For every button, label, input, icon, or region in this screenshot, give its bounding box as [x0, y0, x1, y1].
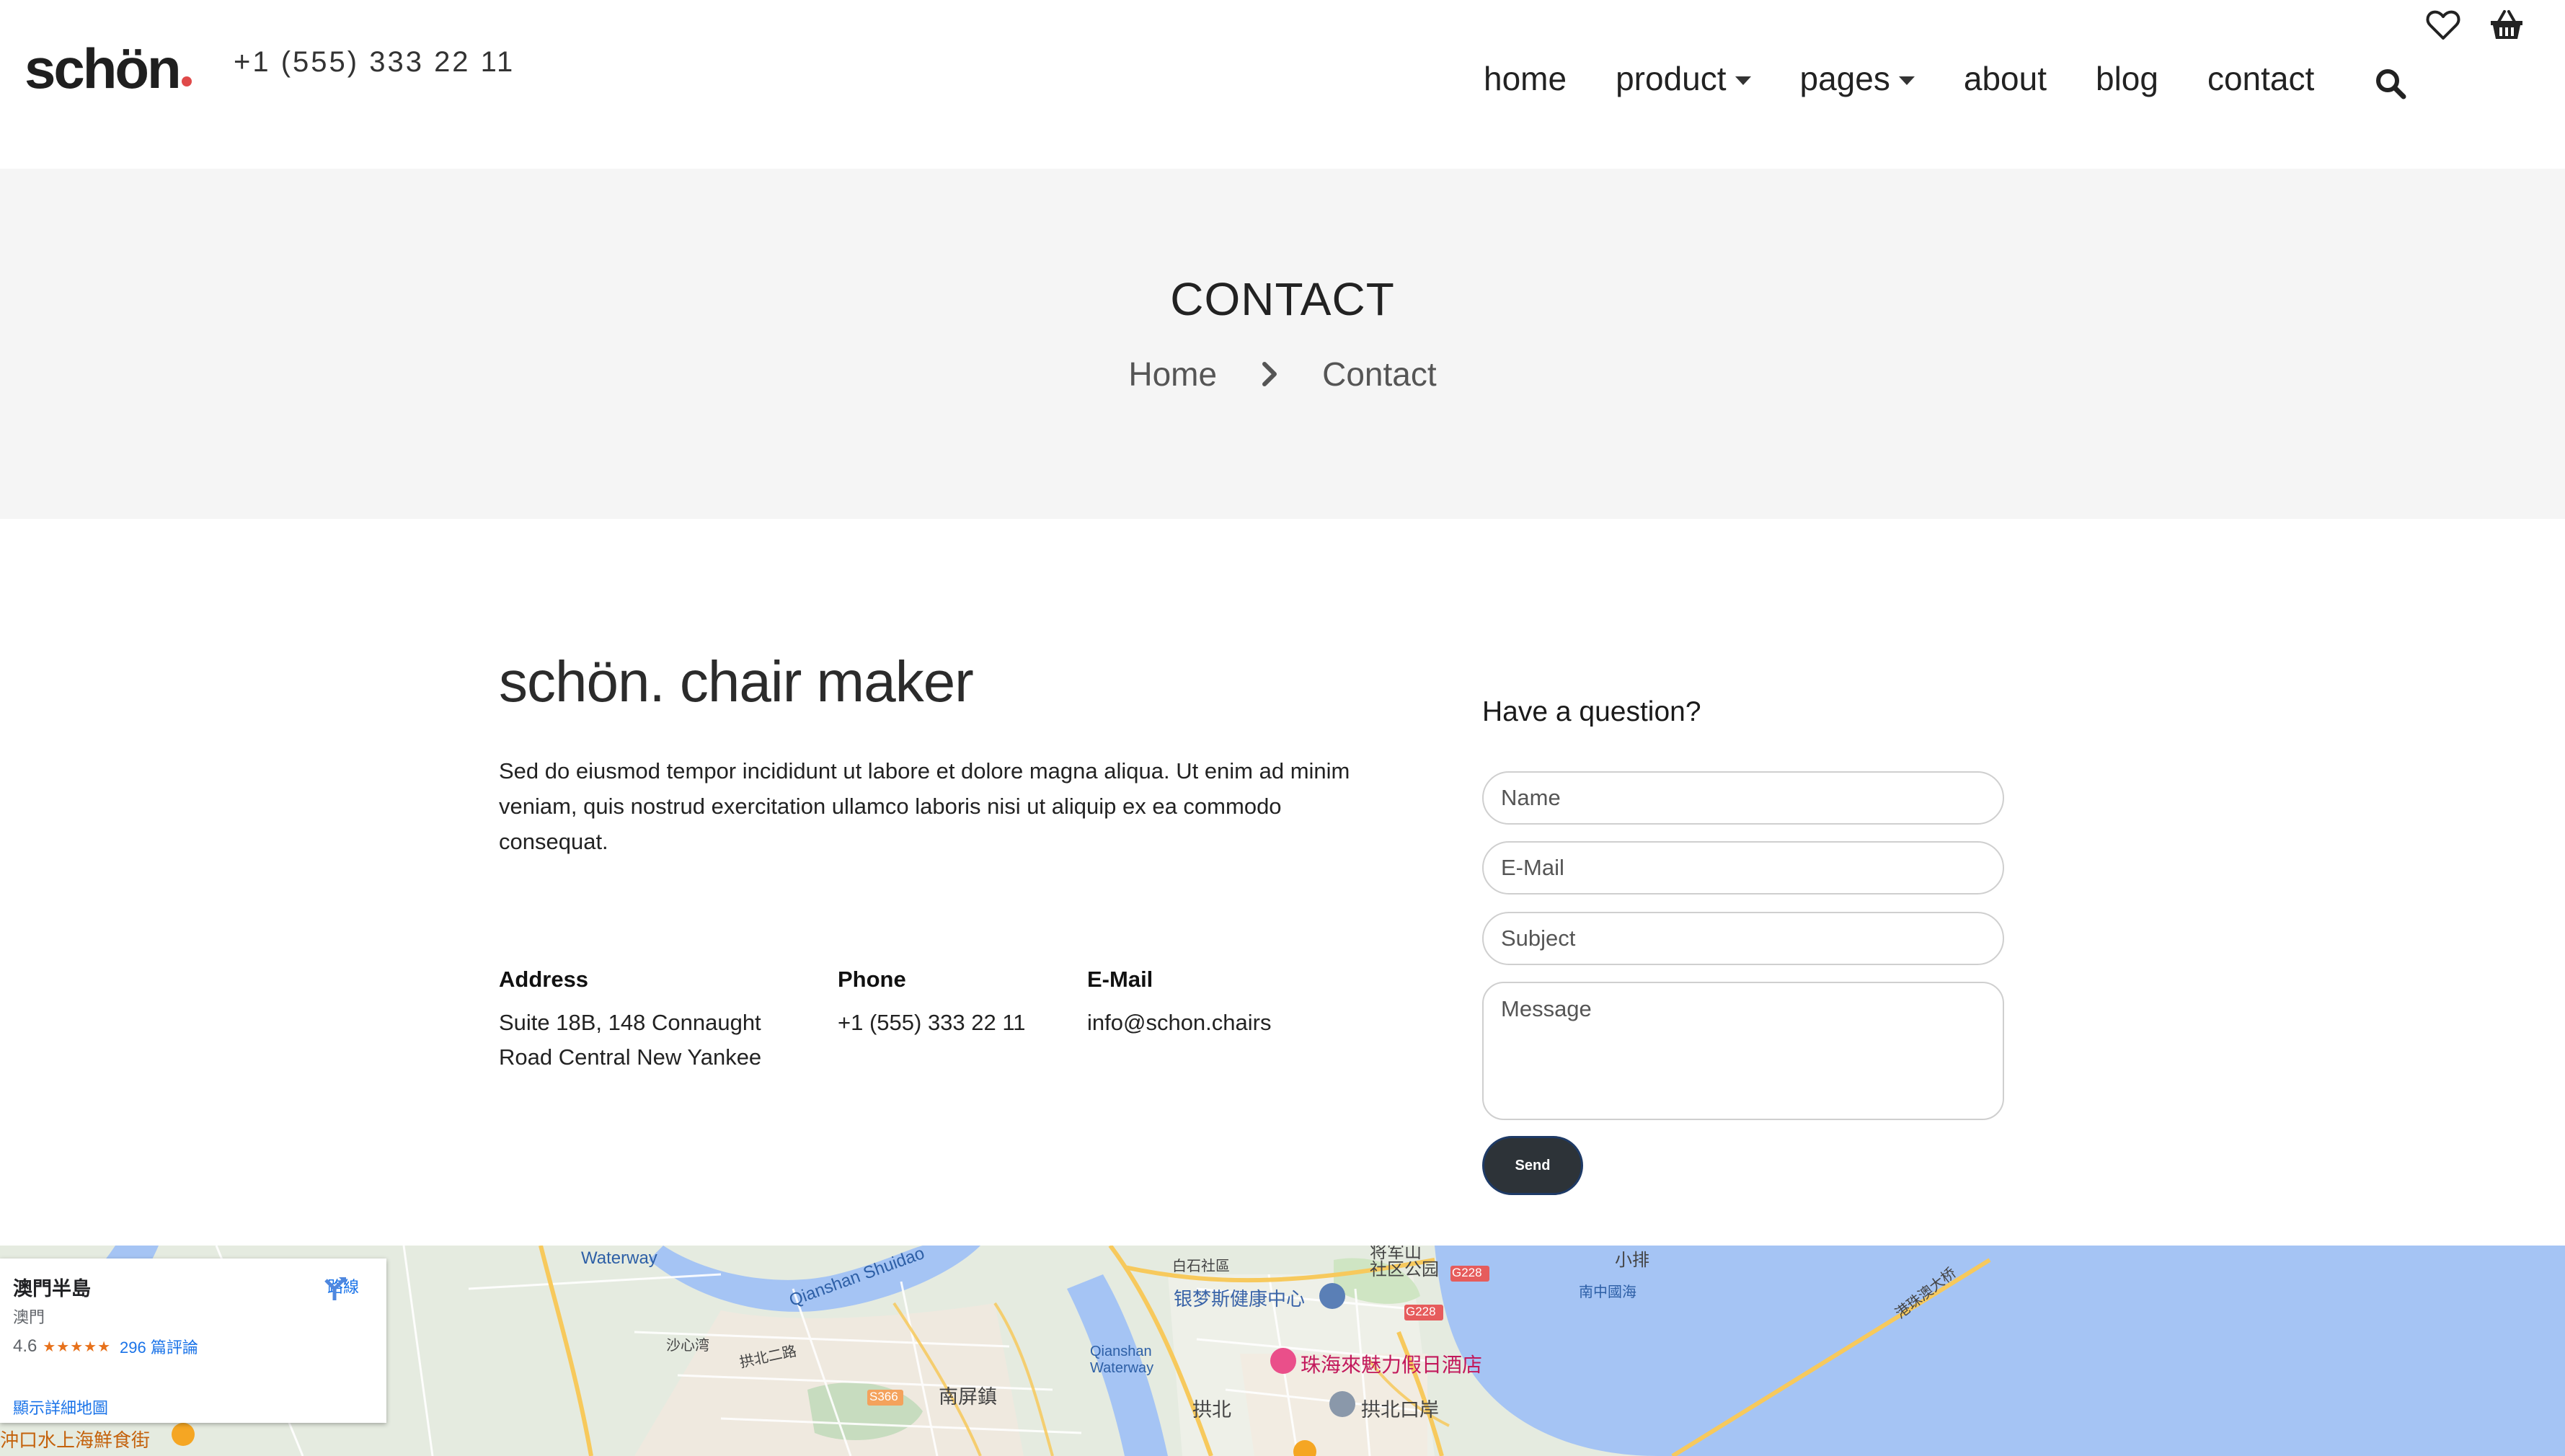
address-line-1: Suite 18B, 148 Connaught — [499, 1010, 761, 1035]
address-label: Address — [499, 967, 589, 992]
nav-about-label[interactable]: about — [1964, 59, 2047, 98]
nav-contact-label[interactable]: contact — [2207, 59, 2314, 98]
logo-text[interactable]: schön — [25, 37, 182, 100]
map-label-waterway: Waterway — [581, 1248, 657, 1268]
map-label-jiangjunshan: 将军山 社区公园 — [1370, 1246, 1439, 1279]
map-label-nanping: 南屏鎮 — [939, 1386, 997, 1408]
nav-pages-label[interactable]: pages — [1800, 59, 1890, 98]
address-line-2: Road Central New Yankee — [499, 1044, 762, 1070]
nav-contact[interactable]: contact — [2207, 59, 2314, 98]
map-place-rating: 4.6 ★★★★★ 296 篇評論 — [13, 1335, 198, 1358]
site-header: schön +1 (555) 333 22 11 home product pa… — [0, 0, 2565, 169]
heart-icon[interactable] — [2425, 7, 2461, 43]
nav-about[interactable]: about — [1964, 59, 2047, 98]
nav-pages[interactable]: pages — [1800, 59, 1915, 98]
email-value[interactable]: info@schon.chairs — [1087, 1006, 1325, 1040]
send-button[interactable]: Send — [1482, 1136, 1583, 1195]
message-field[interactable] — [1482, 982, 2004, 1120]
map-label-xiaopai: 小排 — [1615, 1251, 1649, 1270]
map-place-title: 澳門半島 — [13, 1278, 91, 1300]
logo[interactable]: schön — [25, 36, 192, 102]
phone-label: Phone — [838, 967, 906, 992]
subject-field[interactable] — [1482, 912, 2004, 965]
embedded-map[interactable]: Waterway Qianshan Shuidao Qianshan Water… — [0, 1246, 2565, 1456]
chevron-down-icon — [1898, 76, 1915, 85]
map-label-qianshan-waterway: Qianshan Waterway — [1090, 1344, 1154, 1376]
nav-product-label[interactable]: product — [1616, 59, 1726, 98]
header-phone[interactable]: +1 (555) 333 22 11 — [234, 46, 515, 79]
search-icon[interactable] — [2373, 66, 2408, 101]
page-title-band: CONTACT Home Contact — [0, 169, 2565, 519]
company-title: schön. chair maker — [499, 649, 974, 714]
map-label-seafood-street[interactable]: 沖口水上海鮮食街 — [0, 1426, 150, 1452]
email-block: E-Mail info@schon.chairs — [1087, 962, 1325, 1040]
nav-product[interactable]: product — [1616, 59, 1751, 98]
reviews-link[interactable]: 296 篇評論 — [120, 1335, 198, 1358]
page-title: CONTACT — [1170, 273, 1395, 325]
map-label-baishi: 白石社區 — [1172, 1259, 1230, 1274]
company-description: Sed do eiusmod tempor incididunt ut labo… — [499, 758, 1350, 854]
map-label-hotel[interactable]: 珠海來魅力假日酒店 — [1301, 1349, 1482, 1378]
address-block: Address Suite 18B, 148 Connaught Road Ce… — [499, 962, 816, 1075]
main-nav: home product pages about blog contact — [1484, 59, 2363, 98]
basket-icon[interactable] — [2489, 7, 2525, 43]
phone-block: Phone +1 (555) 333 22 11 — [838, 962, 1076, 1040]
map-label-gongbei-port: 拱北口岸 — [1361, 1399, 1439, 1421]
nav-blog[interactable]: blog — [2096, 59, 2158, 98]
map-shield-g228-b: G228 — [1452, 1266, 1482, 1279]
email-label: E-Mail — [1087, 967, 1153, 992]
logo-dot — [181, 76, 192, 86]
name-field[interactable] — [1482, 771, 2004, 825]
rating-value: 4.6 — [13, 1336, 37, 1356]
directions-icon — [324, 1277, 346, 1300]
star-rating-icon: ★★★★★ — [43, 1339, 112, 1355]
map-label-nanzhong: 南中國海 — [1579, 1284, 1636, 1300]
nav-blog-label[interactable]: blog — [2096, 59, 2158, 98]
breadcrumb-home[interactable]: Home — [1128, 355, 1217, 394]
breadcrumb: Home Contact — [0, 355, 2565, 394]
larger-map-link[interactable]: 顯示詳細地圖 — [13, 1395, 108, 1419]
chevron-right-icon — [1262, 362, 1277, 386]
map-label-gongbei: 拱北 — [1192, 1399, 1231, 1421]
email-field[interactable] — [1482, 841, 2004, 895]
map-shield-s366: S366 — [869, 1390, 898, 1403]
map-place-subtitle: 澳門 — [13, 1308, 45, 1326]
map-shield-g228-a: G228 — [1406, 1305, 1436, 1318]
nav-home[interactable]: home — [1484, 59, 1567, 98]
breadcrumb-current: Contact — [1322, 355, 1437, 393]
chevron-down-icon — [1735, 76, 1751, 85]
form-title: Have a question? — [1482, 696, 1701, 727]
map-label-shaxin: 沙心湾 — [666, 1338, 709, 1354]
map-label-health-center[interactable]: 银梦斯健康中心 — [1174, 1284, 1305, 1311]
directions-button[interactable]: 路線 — [320, 1274, 366, 1300]
map-place-card: 澳門半島 澳門 4.6 ★★★★★ 296 篇評論 顯示詳細地圖 路線 — [0, 1259, 386, 1423]
nav-home-label[interactable]: home — [1484, 59, 1567, 98]
phone-value[interactable]: +1 (555) 333 22 11 — [838, 1006, 1076, 1040]
